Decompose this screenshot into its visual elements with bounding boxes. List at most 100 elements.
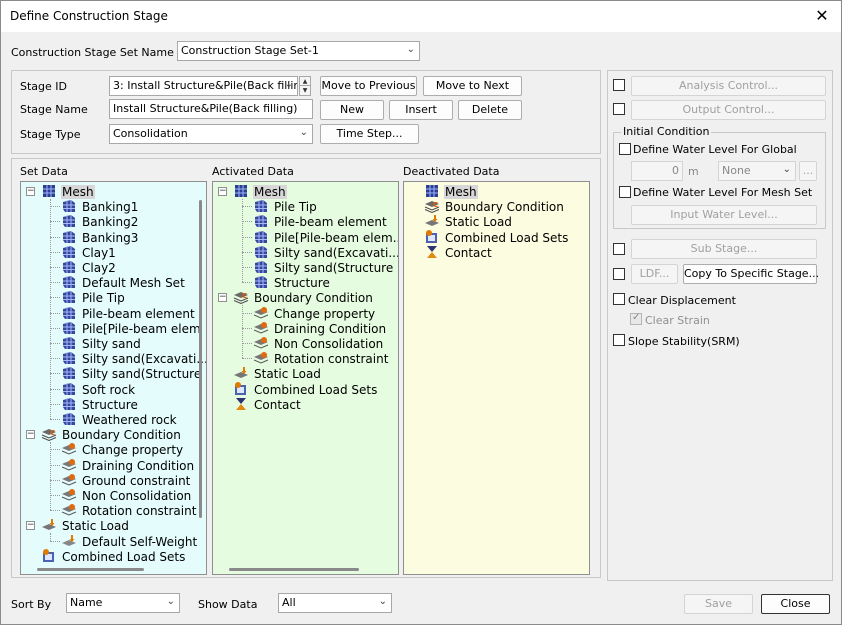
water-level-more-button[interactable]: ... [799,161,817,181]
sub-stage-button[interactable]: Sub Stage... [631,239,817,259]
tree-item[interactable]: Draining Condition [253,321,387,336]
water-level-function-select[interactable]: None ⌄ [718,161,796,181]
tree-item[interactable]: Rotation constraint [253,351,389,366]
stage-set-select[interactable]: Construction Stage Set-1 ⌄ [177,41,420,61]
boundary-set-icon [253,321,269,335]
close-button[interactable]: Close [761,594,830,614]
tree-connector [50,206,60,208]
tree-item[interactable]: Banking2 [61,214,139,229]
tree-item[interactable]: Mesh [41,184,95,199]
tree-item[interactable]: Silty sand(Excavati... [61,351,206,366]
stage-id-select[interactable]: 3: Install Structure&Pile(Back filling) … [109,76,298,96]
tree-item[interactable]: Default Self-Weight [61,534,198,549]
tree-item[interactable]: Structure [253,275,331,290]
sub-stage-checkbox[interactable] [613,243,625,255]
tree-item[interactable]: Pile Tip [61,290,126,305]
tree-item[interactable]: Rotation constraint [61,503,197,518]
show-data-select[interactable]: All ⌄ [278,593,392,613]
tree-item[interactable]: Non Consolidation [253,336,384,351]
new-button[interactable]: New [320,100,384,120]
tree-item[interactable]: C Boundary Condition [424,199,565,214]
tree-item[interactable]: Pile-beam element [61,306,196,321]
save-button[interactable]: Save [684,594,753,614]
close-icon[interactable]: ✕ [812,6,832,25]
spin-down-icon[interactable]: ▼ [300,86,310,95]
collapse-toggle-icon[interactable]: − [26,187,35,196]
tree-item[interactable]: Silty sand [61,336,142,351]
horizontal-scrollbar[interactable] [229,568,359,571]
water-level-mesh-set-checkbox[interactable] [619,186,631,198]
time-step-button[interactable]: Time Step... [320,124,419,144]
tree-item[interactable]: Non Consolidation [61,488,192,503]
move-to-previous-button[interactable]: Move to Previous [320,76,417,96]
tree-item[interactable]: Pile[Pile-beam elem [61,321,202,336]
output-control-button[interactable]: Output Control... [631,100,826,120]
collapse-toggle-icon[interactable]: − [218,187,227,196]
collapse-toggle-icon[interactable]: − [26,521,35,531]
tree-item[interactable]: Change property [61,442,184,457]
move-to-next-button[interactable]: Move to Next [423,76,522,96]
tree-item[interactable]: Silty sand(Structure [61,366,202,381]
collapse-toggle-icon[interactable]: − [26,430,35,440]
tree-item[interactable]: Weathered rock [61,412,178,427]
tree-item-label: Combined Load Sets [62,549,186,564]
tree-item[interactable]: Ground constraint [61,473,191,488]
tree-item[interactable]: Default Mesh Set [61,275,186,290]
tree-item[interactable]: Change property [253,306,376,321]
tree-item[interactable]: Soft rock [61,382,136,397]
horizontal-scrollbar[interactable] [37,568,144,571]
analysis-control-checkbox[interactable] [613,79,625,91]
tree-item[interactable]: Structure [61,397,139,412]
tree-item[interactable]: Combined Load Sets [41,548,186,564]
delete-button[interactable]: Delete [458,100,522,120]
sort-by-select[interactable]: Name ⌄ [66,593,180,613]
spin-up-icon[interactable]: ▲ [300,77,310,86]
tree-item[interactable]: Clay1 [61,245,117,260]
tree-item[interactable]: Banking3 [61,230,139,245]
water-level-global-checkbox[interactable] [619,143,631,155]
tree-item[interactable]: Pile[Pile-beam elem... [253,230,398,245]
tree-item[interactable]: Static Load [233,366,322,381]
input-water-level-button[interactable]: Input Water Level... [631,205,817,225]
tree-item[interactable]: Mesh [424,184,478,199]
activated-data-tree[interactable]: Mesh − Pile Tip Pile-beam element Pile[Pile-… [212,181,399,575]
analysis-control-button[interactable]: Analysis Control... [631,76,826,96]
water-level-value-input[interactable]: 0 [631,161,683,181]
boundary-set-icon [253,336,269,350]
tree-item[interactable]: Combined Load Sets [233,381,378,397]
tree-item[interactable]: Pile Tip [253,199,318,214]
vertical-scrollbar[interactable] [199,200,202,518]
clear-displacement-checkbox[interactable] [613,293,625,305]
stage-id-spinner[interactable]: ▲ ▼ [299,76,311,96]
tree-item[interactable]: Static Load [41,518,130,533]
tree-item[interactable]: Mesh [233,184,287,199]
deactivated-data-tree[interactable]: Mesh C Boundary Condition Static Load Combin… [403,181,590,575]
tree-item[interactable]: Combined Load Sets [424,229,569,245]
stage-name-input[interactable]: Install Structure&Pile(Back filling) [109,99,313,119]
tree-item[interactable]: Draining Condition [61,458,195,473]
chevron-down-icon: ⌄ [406,44,415,55]
tree-item[interactable]: Static Load [424,214,513,229]
stage-type-select[interactable]: Consolidation ⌄ [109,124,313,144]
copy-to-specific-stage-button[interactable]: Copy To Specific Stage... [683,264,819,284]
slope-stability-checkbox[interactable] [613,334,625,346]
tree-item[interactable]: Silty sand(Structure bot [253,260,398,275]
tree-item[interactable]: Contact [233,397,302,412]
clear-strain-checkbox[interactable] [630,312,642,325]
tree-item[interactable]: C Boundary Condition [41,427,182,442]
collapse-toggle-icon[interactable]: − [218,293,227,303]
tree-item[interactable]: Contact [424,245,493,260]
set-data-tree[interactable]: Mesh − Banking1 Banking2 Banking3 Clay1 Clay2 D… [20,181,207,575]
tree-item[interactable]: Silty sand(Excavati... [253,245,398,260]
output-control-checkbox[interactable] [613,103,625,115]
ldf-checkbox[interactable] [613,268,625,280]
ldf-button[interactable]: LDF... [631,264,678,284]
tree-item[interactable]: Pile-beam element [253,214,388,229]
tree-item[interactable]: Clay2 [61,260,117,275]
tree-item-label: Silty sand [82,337,141,351]
boundary-set-icon [61,458,77,472]
tree-item[interactable]: Banking1 [61,199,139,214]
tree-item[interactable]: C Boundary Condition [233,290,374,305]
insert-button[interactable]: Insert [389,100,453,120]
water-level-global-label: Define Water Level For Global [633,143,797,156]
